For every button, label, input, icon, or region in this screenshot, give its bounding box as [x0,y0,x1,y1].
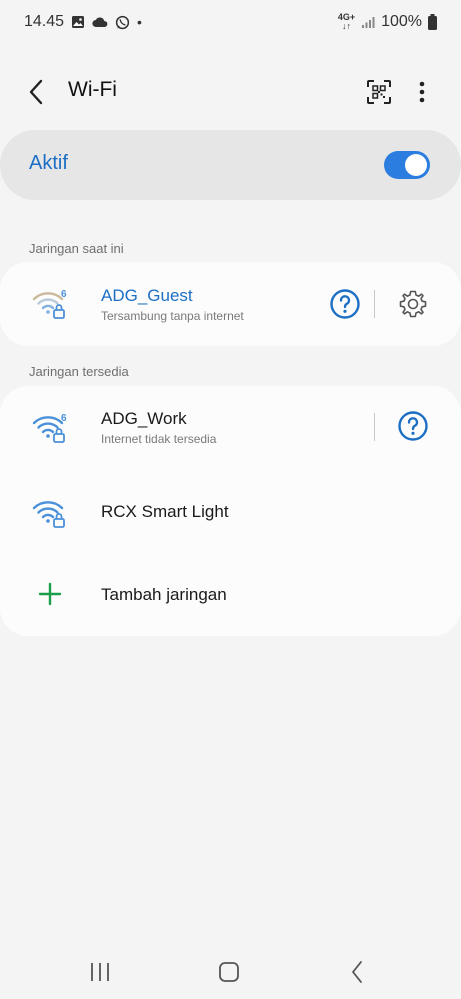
current-network-name: ADG_Guest [101,286,193,305]
network-name: ADG_Work [101,409,187,428]
network-type: 4G+ ↓↑ [337,12,356,31]
qr-code-icon[interactable] [365,78,393,106]
vertical-divider [374,413,375,441]
network-row-rcx-smart-light[interactable]: RCX Smart Light [0,470,461,554]
network-name: RCX Smart Light [101,502,229,521]
battery-icon [428,14,437,30]
wifi-lock-icon: 6 [32,289,67,319]
add-network-row[interactable]: Tambah jaringan [0,554,461,636]
dot-icon: • [137,14,142,30]
navigation-bar [0,945,461,999]
cloud-icon [92,17,108,28]
back-icon[interactable] [24,78,52,106]
home-icon[interactable] [214,957,244,987]
current-network-card: 6 ADG_Guest Tersambung tanpa internet [0,262,461,346]
status-right: 4G+ ↓↑ 100% [338,13,437,31]
status-left: 14.45 • [24,13,142,31]
current-network-section-label: Jaringan saat ini [29,241,124,256]
recent-apps-icon[interactable] [85,957,115,987]
gear-icon[interactable] [398,289,428,319]
app-header: Wi-Fi [0,64,461,120]
available-networks-card: 6 ADG_Work Internet tidak tersedia RCX S… [0,386,461,636]
network-status: Internet tidak tersedia [101,432,217,446]
more-options-icon[interactable] [410,78,434,106]
network-type-label: 4G+ [337,12,356,22]
current-network-status: Tersambung tanpa internet [101,309,244,323]
current-network-row[interactable]: 6 ADG_Guest Tersambung tanpa internet [0,262,461,346]
help-icon[interactable] [397,410,429,442]
status-time: 14.45 [24,13,65,30]
battery-percent: 100% [381,13,422,30]
wifi-switch[interactable] [384,151,430,179]
switch-knob [405,154,427,176]
wifi-toggle-label: Aktif [29,152,68,174]
page-title: Wi-Fi [68,78,117,101]
network-row-adg-work[interactable]: 6 ADG_Work Internet tidak tersedia [0,386,461,470]
add-network-label: Tambah jaringan [101,585,227,604]
wifi-toggle-card[interactable]: Aktif [0,130,461,200]
available-networks-section-label: Jaringan tersedia [29,364,129,379]
help-icon[interactable] [329,288,361,320]
whatsapp-icon [115,15,130,29]
plus-icon [38,582,62,606]
image-icon [72,16,85,28]
vertical-divider [374,290,375,318]
wifi6-badge: 6 [61,289,67,300]
signal-icon [362,17,375,28]
wifi-lock-icon: 6 [32,413,67,443]
wifi-lock-icon [32,501,65,528]
back-nav-icon[interactable] [343,957,373,987]
wifi6-badge: 6 [61,413,67,424]
status-bar: 14.45 • 4G+ ↓↑ 100% [0,0,461,44]
